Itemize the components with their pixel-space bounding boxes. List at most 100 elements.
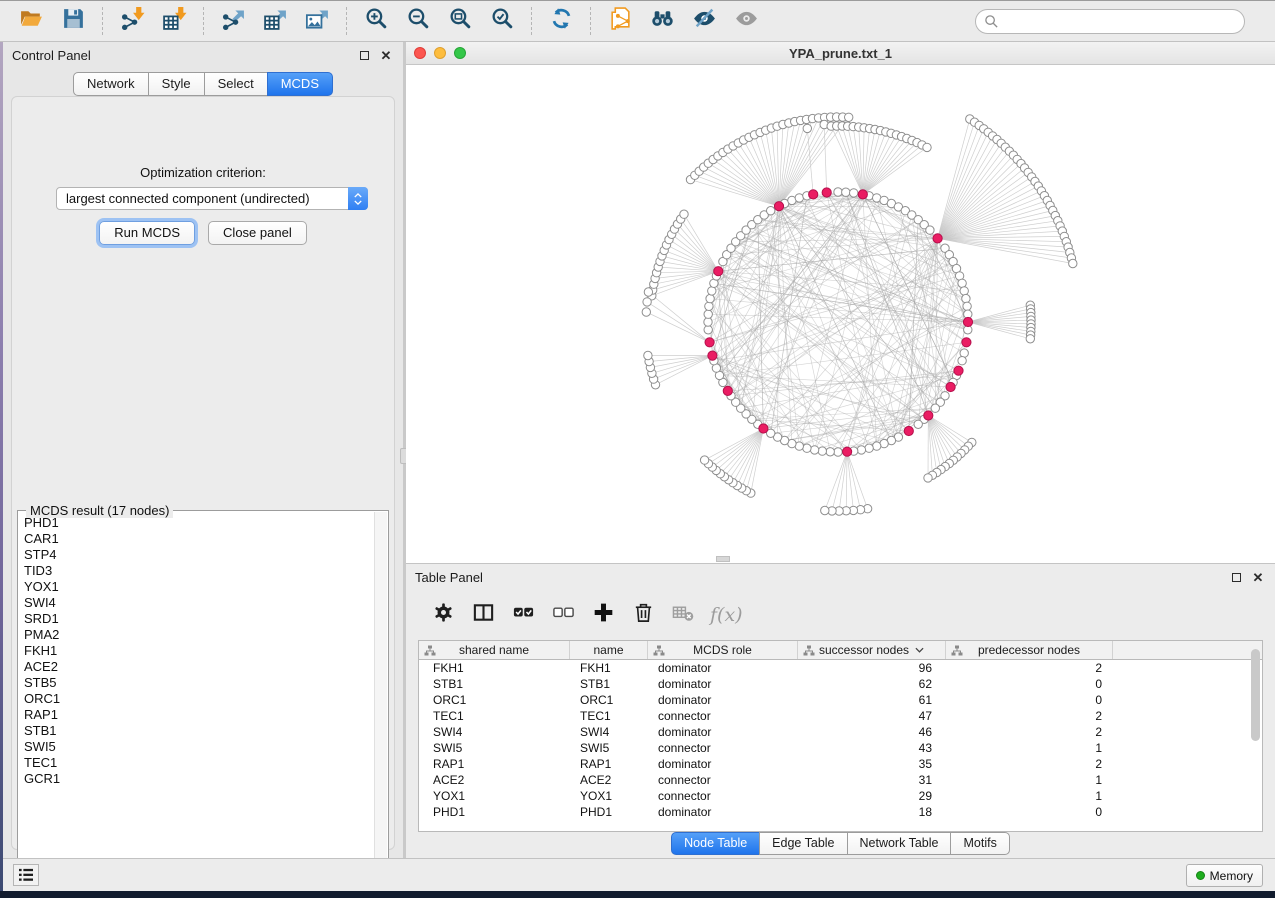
cell-shared-name: FKH1: [419, 660, 570, 676]
search-input[interactable]: [999, 12, 1244, 32]
mcds-result-item[interactable]: PMA2: [24, 627, 372, 643]
task-list-icon: [18, 868, 34, 882]
mcds-result-item[interactable]: PHD1: [24, 515, 372, 531]
task-history-button[interactable]: [13, 864, 39, 886]
table-splitter-handle[interactable]: [716, 556, 730, 562]
mcds-result-item[interactable]: STP4: [24, 547, 372, 563]
memory-button[interactable]: Memory: [1186, 864, 1263, 887]
import-network-button[interactable]: [115, 6, 149, 36]
mcds-result-item[interactable]: YOX1: [24, 579, 372, 595]
table-row[interactable]: RAP1RAP1dominator352: [419, 756, 1262, 772]
select-all-columns-button[interactable]: [506, 599, 540, 631]
tab-select[interactable]: Select: [204, 72, 268, 96]
zoom-out-button[interactable]: [401, 6, 435, 36]
mcds-result-item[interactable]: STB1: [24, 723, 372, 739]
optimization-criterion-select[interactable]: largest connected component (undirected): [56, 187, 368, 210]
export-table-button[interactable]: [258, 6, 292, 36]
table-row[interactable]: TEC1TEC1connector472: [419, 708, 1262, 724]
toolbar-search: [975, 9, 1245, 34]
float-icon: [1232, 573, 1241, 582]
float-panel-button[interactable]: [356, 47, 372, 63]
column-header-predecessor-nodes[interactable]: predecessor nodes: [946, 641, 1113, 659]
plus-icon: [592, 601, 615, 629]
show-all-button[interactable]: [729, 6, 763, 36]
cell-predecessor-nodes: 0: [946, 676, 1113, 692]
mcds-result-item[interactable]: ACE2: [24, 659, 372, 675]
zoom-in-button[interactable]: [359, 6, 393, 36]
mcds-result-item[interactable]: RAP1: [24, 707, 372, 723]
column-header-MCDS-role[interactable]: MCDS role: [648, 641, 798, 659]
float-table-panel-button[interactable]: [1228, 569, 1244, 585]
mcds-result-item[interactable]: SWI4: [24, 595, 372, 611]
import-table-button[interactable]: [157, 6, 191, 36]
cell-MCDS-role: dominator: [648, 660, 798, 676]
table-scrollbar[interactable]: [1251, 649, 1260, 741]
mcds-result-item[interactable]: GCR1: [24, 771, 372, 787]
mcds-result-item[interactable]: SWI5: [24, 739, 372, 755]
split-panel-button[interactable]: [466, 599, 500, 631]
network-canvas[interactable]: [406, 65, 1275, 563]
mcds-list-scrollbar[interactable]: [374, 512, 387, 876]
table-panel: Table Panel ✕ f(x) shared namenameM: [406, 563, 1275, 858]
zoom-selected-icon: [490, 6, 515, 36]
run-mcds-button[interactable]: Run MCDS: [99, 221, 195, 245]
table-row[interactable]: PHD1PHD1dominator180: [419, 804, 1262, 820]
add-column-button[interactable]: [586, 599, 620, 631]
hide-selected-button[interactable]: [687, 6, 721, 36]
mcds-result-item[interactable]: SRD1: [24, 611, 372, 627]
mcds-result-item[interactable]: STB5: [24, 675, 372, 691]
apply-layout-button[interactable]: [544, 6, 578, 36]
cell-successor-nodes: 47: [798, 708, 946, 724]
zoom-selected-button[interactable]: [485, 6, 519, 36]
tab-network[interactable]: Network: [73, 72, 149, 96]
table-row[interactable]: ACE2ACE2connector311: [419, 772, 1262, 788]
tab-mcds[interactable]: MCDS: [267, 72, 333, 96]
table-row[interactable]: SWI4SWI4dominator462: [419, 724, 1262, 740]
close-panel-button[interactable]: ✕: [378, 47, 394, 63]
mcds-result-item[interactable]: TID3: [24, 563, 372, 579]
mcds-result-item[interactable]: FKH1: [24, 643, 372, 659]
new-network-from-selection-button[interactable]: [603, 6, 637, 36]
zoom-fit-button[interactable]: [443, 6, 477, 36]
close-table-panel-button[interactable]: ✕: [1250, 569, 1266, 585]
mcds-result-item[interactable]: CAR1: [24, 531, 372, 547]
column-header-name[interactable]: name: [570, 641, 648, 659]
table-settings-button[interactable]: [426, 599, 460, 631]
tab-edge-table[interactable]: Edge Table: [759, 832, 847, 855]
close-mcds-panel-button[interactable]: Close panel: [208, 221, 307, 245]
unselect-all-columns-button[interactable]: [546, 599, 580, 631]
tab-motifs[interactable]: Motifs: [950, 832, 1009, 855]
export-image-button[interactable]: [300, 6, 334, 36]
cell-shared-name: RAP1: [419, 756, 570, 772]
delete-table-button[interactable]: [666, 599, 700, 631]
cell-predecessor-nodes: 0: [946, 692, 1113, 708]
mcds-result-item[interactable]: TEC1: [24, 755, 372, 771]
cell-name: ACE2: [570, 772, 648, 788]
delete-table-icon: [672, 601, 695, 629]
tab-style[interactable]: Style: [148, 72, 205, 96]
table-row[interactable]: FKH1FKH1dominator962: [419, 660, 1262, 676]
import-table-icon: [162, 6, 187, 36]
control-panel-header: Control Panel ✕: [3, 42, 403, 68]
mcds-result-item[interactable]: ORC1: [24, 691, 372, 707]
save-session-button[interactable]: [56, 6, 90, 36]
table-row[interactable]: SWI5SWI5connector431: [419, 740, 1262, 756]
cell-shared-name: YOX1: [419, 788, 570, 804]
cell-predecessor-nodes: 2: [946, 660, 1113, 676]
tab-network-table[interactable]: Network Table: [847, 832, 952, 855]
table-row[interactable]: YOX1YOX1connector291: [419, 788, 1262, 804]
table-tabbar: Node TableEdge TableNetwork TableMotifs: [406, 832, 1275, 855]
cell-shared-name: ACE2: [419, 772, 570, 788]
table-row[interactable]: STB1STB1dominator620: [419, 676, 1262, 692]
function-builder-button[interactable]: f(x): [706, 604, 743, 626]
search-network-button[interactable]: [645, 6, 679, 36]
column-header-successor-nodes[interactable]: successor nodes: [798, 641, 946, 659]
tab-node-table[interactable]: Node Table: [671, 832, 760, 855]
trash-icon: [632, 601, 655, 629]
column-header-shared-name[interactable]: shared name: [419, 641, 570, 659]
open-file-button[interactable]: [14, 6, 48, 36]
export-network-button[interactable]: [216, 6, 250, 36]
document-network-icon: [608, 6, 633, 36]
delete-column-button[interactable]: [626, 599, 660, 631]
table-row[interactable]: ORC1ORC1dominator610: [419, 692, 1262, 708]
